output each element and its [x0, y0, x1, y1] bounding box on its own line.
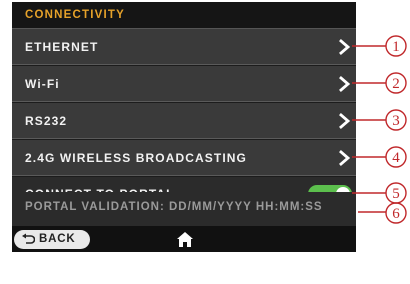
back-arrow-icon — [22, 233, 35, 244]
menu-item-ethernet[interactable]: ETHERNET — [12, 29, 356, 65]
menu-item-label: Wi-Fi — [25, 77, 60, 91]
chevron-right-icon — [339, 113, 351, 129]
portal-validation-panel: PORTAL VALIDATION: DD/MM/YYYY HH:MM:SS — [12, 192, 356, 224]
callout-number-5: 5 — [392, 186, 400, 202]
section-title: CONNECTIVITY — [25, 9, 126, 21]
chevron-right-icon — [339, 39, 351, 55]
back-button-label: BACK — [39, 233, 76, 245]
callout-circle-1 — [385, 35, 407, 57]
menu-item-wireless-broadcasting[interactable]: 2.4G WIRELESS BROADCASTING — [12, 140, 356, 176]
callout-circle-2 — [385, 72, 407, 94]
callout-number-2: 2 — [392, 76, 400, 92]
portal-validation-label: PORTAL VALIDATION: DD/MM/YYYY HH:MM:SS — [25, 201, 323, 213]
menu-item-label: ETHERNET — [25, 40, 99, 54]
callout-number-1: 1 — [392, 39, 400, 55]
chevron-right-icon — [339, 150, 351, 166]
menu-item-label: RS232 — [25, 114, 68, 128]
callout-circle-6 — [385, 202, 407, 224]
callout-number-4: 4 — [392, 150, 400, 166]
callout-number-3: 3 — [392, 113, 400, 129]
bottom-bar: BACK — [12, 226, 356, 252]
home-icon[interactable] — [176, 231, 194, 248]
section-header: CONNECTIVITY — [12, 2, 356, 29]
menu-item-wifi[interactable]: Wi-Fi — [12, 66, 356, 102]
menu-item-rs232[interactable]: RS232 — [12, 103, 356, 139]
menu-item-label: 2.4G WIRELESS BROADCASTING — [25, 151, 247, 165]
callout-circle-3 — [385, 109, 407, 131]
callout-circle-4 — [385, 146, 407, 168]
callout-circle-5 — [385, 182, 407, 204]
callout-number-6: 6 — [392, 206, 400, 222]
back-button[interactable]: BACK — [14, 230, 90, 249]
chevron-right-icon — [339, 76, 351, 92]
